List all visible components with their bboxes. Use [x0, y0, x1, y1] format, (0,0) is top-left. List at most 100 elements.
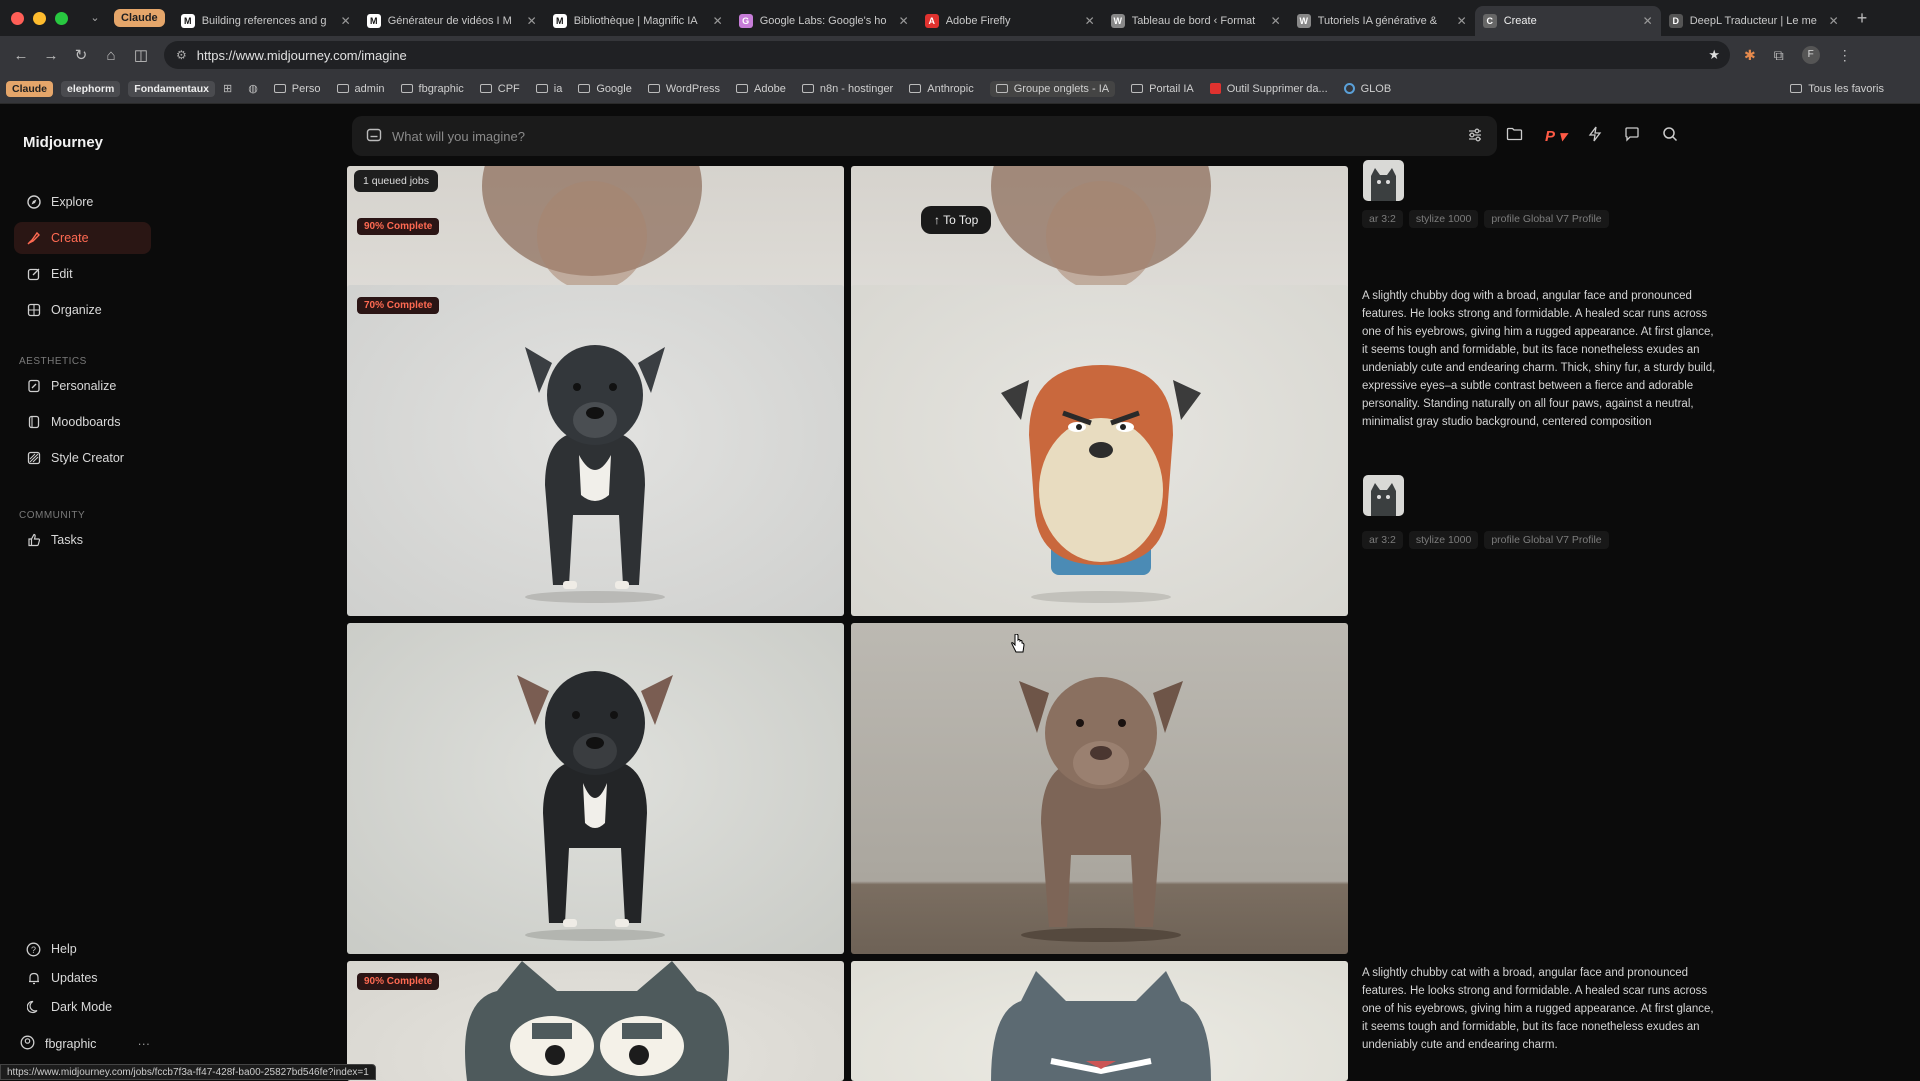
- bookmark-folder[interactable]: Anthropic: [909, 81, 974, 97]
- generated-image-3b[interactable]: [851, 623, 1348, 954]
- bookmark-chip-claude[interactable]: Claude: [6, 80, 54, 97]
- generated-image-4b[interactable]: [851, 961, 1348, 1081]
- edit-icon: [26, 267, 41, 282]
- maximize-window-button[interactable]: [55, 11, 68, 25]
- bookmark-chip-elephorm[interactable]: elephorm: [61, 80, 121, 97]
- bookmark-folder[interactable]: Adobe: [736, 81, 786, 97]
- browser-tab[interactable]: D DeepL Traducteur | Le me ✕: [1661, 6, 1847, 36]
- sidebar-item-create[interactable]: Create: [14, 222, 151, 254]
- profile-avatar[interactable]: F: [1801, 46, 1820, 64]
- profile-chip[interactable]: profile Global V7 Profile: [1484, 210, 1609, 228]
- bookmark-tool[interactable]: Outil Supprimer da...: [1209, 83, 1328, 95]
- tab-close-icon[interactable]: ✕: [527, 14, 537, 28]
- brand-logo[interactable]: Midjourney: [23, 134, 103, 151]
- home-icon[interactable]: ⌂: [96, 47, 126, 64]
- sidebar-item-edit[interactable]: Edit: [14, 258, 151, 290]
- apps-grid-icon[interactable]: ⊞: [223, 82, 232, 95]
- bookmark-star-icon[interactable]: ★: [1708, 47, 1720, 63]
- stylize-chip[interactable]: stylize 1000: [1408, 531, 1479, 549]
- sidebar-item-label: Explore: [51, 195, 94, 209]
- bookmark-folder[interactable]: Google: [578, 81, 632, 97]
- minimize-window-button[interactable]: [33, 11, 46, 25]
- browser-tab[interactable]: A Adobe Firefly ✕: [917, 6, 1103, 36]
- profile-chip[interactable]: profile Global V7 Profile: [1484, 531, 1609, 549]
- tab-close-icon[interactable]: ✕: [1457, 14, 1467, 28]
- reference-thumbnail[interactable]: [1363, 160, 1404, 201]
- sidebar-item-tasks[interactable]: Tasks: [14, 524, 151, 556]
- bookmark-folder[interactable]: n8n - hostinger: [801, 81, 893, 97]
- prompt-input[interactable]: [392, 128, 1392, 144]
- sidebar-item-organize[interactable]: Organize: [14, 294, 151, 326]
- bookmark-folder[interactable]: CPF: [479, 81, 520, 97]
- reference-thumbnail[interactable]: [1363, 475, 1404, 516]
- all-bookmarks[interactable]: Tous les favoris: [1790, 83, 1884, 95]
- tab-label: Adobe Firefly: [945, 15, 1011, 27]
- settings-sliders-icon[interactable]: [1467, 127, 1483, 146]
- sidebar-item-personalize[interactable]: Personalize: [14, 370, 151, 402]
- sidebar-item-label: Personalize: [51, 379, 117, 393]
- bookmark-glob[interactable]: GLOB: [1343, 82, 1392, 95]
- close-window-button[interactable]: [11, 11, 24, 25]
- tab-close-icon[interactable]: ✕: [713, 14, 723, 28]
- generated-image-2a[interactable]: 70% Complete: [347, 285, 844, 616]
- url-field[interactable]: ⚙ https://www.midjourney.com/imagine ★: [164, 41, 1730, 69]
- tab-close-icon[interactable]: ✕: [1085, 14, 1095, 28]
- tab-close-icon[interactable]: ✕: [1643, 14, 1653, 28]
- sidebar-item-dark-mode[interactable]: Dark Mode: [14, 991, 151, 1023]
- globe-icon[interactable]: ◍: [248, 82, 258, 95]
- bookmark-folder[interactable]: Portail IA: [1131, 81, 1194, 97]
- to-top-button[interactable]: ↑ To Top: [921, 206, 992, 234]
- bookmark-folder[interactable]: Groupe onglets - IA: [989, 80, 1116, 97]
- image-prompt-icon[interactable]: [366, 127, 382, 146]
- browser-tab[interactable]: M Bibliothèque | Magnific IA ✕: [545, 6, 731, 36]
- browser-tab[interactable]: M Générateur de vidéos I M ✕: [359, 6, 545, 36]
- sidebar-item-style-creator[interactable]: Style Creator: [14, 442, 151, 474]
- browser-tab[interactable]: M Building references and g ✕: [173, 6, 359, 36]
- generated-image-4a[interactable]: 90% Complete: [347, 961, 844, 1081]
- extensions-icon[interactable]: ⧉: [1774, 47, 1784, 64]
- tab-close-icon[interactable]: ✕: [341, 14, 351, 28]
- sidebar-item-label: Tasks: [51, 533, 83, 547]
- browser-tab[interactable]: G Google Labs: Google's ho ✕: [731, 6, 917, 36]
- bookmark-folder[interactable]: admin: [336, 81, 385, 97]
- stylize-chip[interactable]: stylize 1000: [1408, 210, 1479, 228]
- search-icon[interactable]: [1662, 126, 1678, 146]
- bookmark-folder[interactable]: fbgraphic: [400, 81, 464, 97]
- browser-tab[interactable]: C Create ✕: [1474, 6, 1661, 36]
- back-icon[interactable]: ←: [6, 47, 36, 64]
- claude-extension-icon[interactable]: ✱: [1744, 47, 1756, 64]
- bookmark-folder[interactable]: Perso: [273, 81, 321, 97]
- site-info-icon[interactable]: ⚙: [176, 48, 187, 62]
- sidebar-item-updates[interactable]: Updates: [14, 962, 151, 994]
- sidebar-item-moodboards[interactable]: Moodboards: [14, 406, 151, 438]
- chat-icon[interactable]: [1624, 126, 1640, 146]
- bookmark-glob-label: GLOB: [1360, 82, 1392, 95]
- generated-image-2b[interactable]: [851, 285, 1348, 616]
- personalization-toggle-icon[interactable]: P ▾: [1545, 127, 1566, 145]
- sidebar-toggle-icon[interactable]: ◫: [126, 46, 156, 64]
- tab-close-icon[interactable]: ✕: [1829, 14, 1839, 28]
- tab-group-chip[interactable]: Claude: [114, 9, 165, 27]
- generated-image-3a[interactable]: [347, 623, 844, 954]
- bookmark-chip-fondamentaux[interactable]: Fondamentaux: [128, 80, 215, 97]
- sidebar-item-help[interactable]: ? Help: [14, 933, 151, 965]
- sidebar-item-explore[interactable]: Explore: [14, 186, 151, 218]
- bookmark-label: Google: [596, 82, 632, 95]
- bookmark-folder[interactable]: WordPress: [647, 81, 720, 97]
- browser-menu-icon[interactable]: ⋮: [1838, 47, 1852, 64]
- reload-icon[interactable]: ↻: [66, 46, 96, 64]
- tab-close-icon[interactable]: ✕: [899, 14, 909, 28]
- more-options-icon[interactable]: ···: [138, 1037, 151, 1051]
- bookmark-folder[interactable]: ia: [535, 81, 562, 97]
- lightning-icon[interactable]: [1588, 126, 1602, 146]
- browser-tab[interactable]: W Tableau de bord ‹ Format ✕: [1103, 6, 1289, 36]
- tab-search-icon[interactable]: ⌄: [82, 7, 108, 29]
- new-tab-button[interactable]: +: [1857, 8, 1868, 29]
- aspect-ratio-chip[interactable]: ar 3:2: [1362, 531, 1403, 549]
- aspect-ratio-chip[interactable]: ar 3:2: [1362, 210, 1403, 228]
- folder-icon[interactable]: [1506, 127, 1523, 145]
- tab-close-icon[interactable]: ✕: [1271, 14, 1281, 28]
- browser-tab[interactable]: W Tutoriels IA générative & ✕: [1289, 6, 1475, 36]
- user-menu[interactable]: fbgraphic ···: [20, 1035, 150, 1053]
- forward-icon[interactable]: →: [36, 47, 66, 64]
